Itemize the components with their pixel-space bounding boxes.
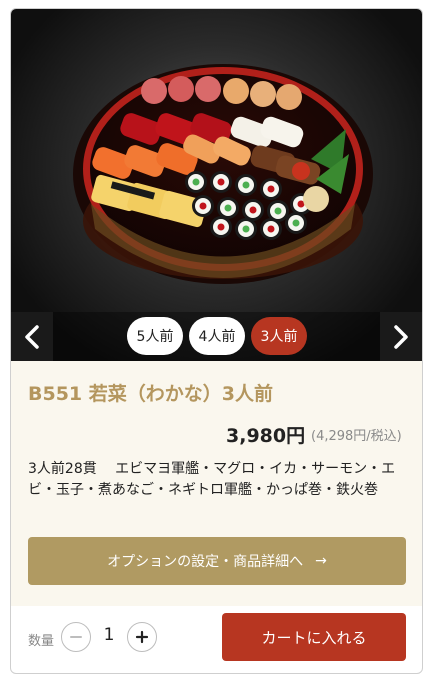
- product-description: 3人前28貫 エビマヨ軍艦・マグロ・イカ・サーモン・エビ・玉子・煮あなご・ネギト…: [28, 461, 396, 498]
- product-price: 3,980円: [226, 425, 306, 447]
- sushi-platter-image: [73, 64, 373, 284]
- product-tax-price: (4,298円/税込): [311, 429, 402, 444]
- plus-icon: [135, 630, 149, 644]
- product-image: [11, 9, 422, 361]
- quantity-increase-button[interactable]: [127, 622, 157, 652]
- add-to-cart-button[interactable]: カートに入れる: [222, 613, 406, 661]
- option-settings-label: オプションの設定・商品詳細へ: [107, 554, 304, 570]
- option-settings-button[interactable]: オプションの設定・商品詳細へ →: [28, 537, 406, 585]
- arrow-right-icon: →: [315, 553, 327, 569]
- quantity-label: 数量: [28, 634, 55, 649]
- size-option-5[interactable]: 5人前: [127, 317, 183, 355]
- size-option-3[interactable]: 3人前: [251, 317, 307, 355]
- quantity-decrease-button[interactable]: [61, 622, 91, 652]
- carousel-prev-button[interactable]: [11, 312, 53, 361]
- size-option-4[interactable]: 4人前: [189, 317, 245, 355]
- quantity-value: 1: [103, 625, 115, 645]
- product-card: 5人前 4人前 3人前 B551 若菜（わかな）3人前 3,980円 (4,29…: [10, 8, 423, 674]
- carousel-next-button[interactable]: [380, 312, 422, 361]
- chevron-right-icon: [394, 324, 408, 349]
- product-title: B551 若菜（わかな）3人前: [28, 383, 273, 405]
- chevron-left-icon: [25, 324, 39, 349]
- minus-icon: [70, 636, 82, 638]
